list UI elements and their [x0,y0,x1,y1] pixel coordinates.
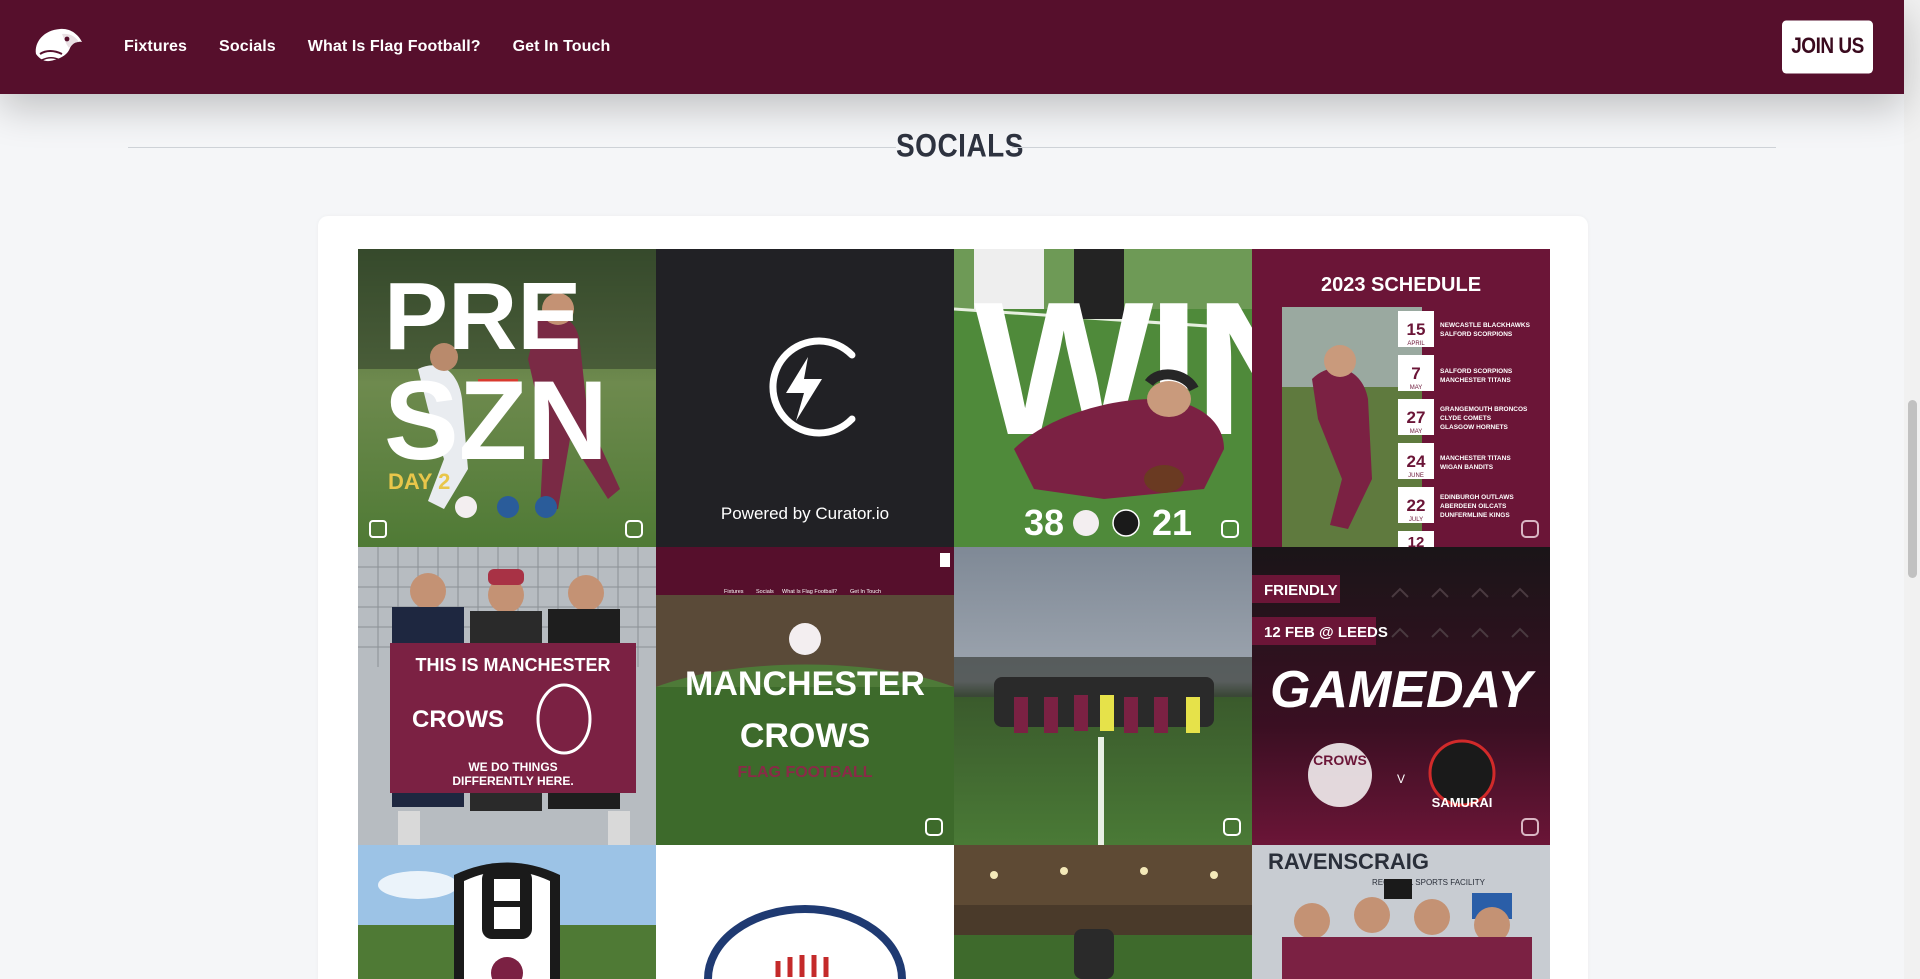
svg-text:27: 27 [1407,408,1426,427]
feed-post-badge[interactable] [358,845,656,979]
svg-text:MAY: MAY [1410,429,1423,435]
page-scrollbar[interactable] [1904,0,1920,979]
feed-post-banner[interactable]: THIS IS MANCHESTER CROWS WE DO THINGS DI… [358,547,656,845]
crows-logo-icon[interactable] [32,24,84,68]
banner-line3: DIFFERENTLY HERE. [452,774,573,788]
banner-line2: WE DO THINGS [468,760,557,774]
svg-text:24: 24 [1407,452,1426,471]
feed-post-indoor[interactable] [954,845,1252,979]
svg-text:SALFORD SCORPIONS: SALFORD SCORPIONS [1440,368,1513,375]
feed-post-ravenscraig[interactable]: RAVENSCRAIG REGIONAL SPORTS FACILITY [1252,845,1550,979]
svg-text:What Is Flag Football?: What Is Flag Football? [782,589,837,595]
scrollbar-thumb[interactable] [1908,400,1917,578]
svg-text:MAY: MAY [1410,385,1423,391]
nav-link-get-in-touch[interactable]: Get In Touch [513,38,611,56]
svg-text:NEWCASTLE BLACKHAWKS: NEWCASTLE BLACKHAWKS [1440,322,1531,329]
feed-post-league-logo[interactable] [656,845,954,979]
banner-team: CROWS [412,706,504,733]
svg-text:EDINBURGH OUTLAWS: EDINBURGH OUTLAWS [1440,494,1514,501]
feed-post-gameday[interactable]: FRIENDLY 12 FEB @ LEEDS GAMEDAY CROWS V … [1252,547,1550,845]
banner-line1: THIS IS MANCHESTER [415,655,610,675]
svg-text:CLYDE COMETS: CLYDE COMETS [1440,415,1492,422]
gameday-title: GAMEDAY [1270,661,1536,719]
score-away-text: 21 [1152,502,1192,543]
schedule-title: 2023 SCHEDULE [1321,274,1481,296]
svg-text:15: 15 [1407,320,1426,339]
ravenscraig-sign: RAVENSCRAIG [1268,849,1429,874]
nav-links: Fixtures Socials What Is Flag Football? … [124,0,610,94]
gameday-home: CROWS [1313,752,1367,768]
svg-text:Socials: Socials [756,589,774,595]
nav-link-socials[interactable]: Socials [219,38,276,56]
feed-post-curator[interactable]: Powered by Curator.io [656,249,954,547]
svg-text:22: 22 [1407,496,1426,515]
svg-text:JULY: JULY [1409,517,1423,523]
svg-text:GLASGOW HORNETS: GLASGOW HORNETS [1440,424,1509,431]
svg-text:APRIL: APRIL [1407,341,1425,347]
svg-text:GRANGEMOUTH BRONCOS: GRANGEMOUTH BRONCOS [1440,406,1528,413]
svg-text:ABERDEEN OILCATS: ABERDEEN OILCATS [1440,503,1507,510]
svg-text:MANCHESTER TITANS: MANCHESTER TITANS [1440,377,1511,384]
feed-post-site-screenshot[interactable]: Fixtures Socials What Is Flag Football? … [656,547,954,845]
svg-text:12: 12 [1408,534,1425,547]
feed-post-team-photo[interactable] [954,547,1252,845]
section-title: SOCIALS [896,127,1024,164]
screenshot-line3: FLAG FOOTBALL [737,764,872,781]
svg-text:Fixtures: Fixtures [724,589,744,595]
pre-text: PRE [384,263,581,370]
gameday-away: SAMURAI [1432,795,1493,810]
feed-post-pre-szn[interactable]: PRE SZN DAY 2 [358,249,656,547]
szn-text: SZN [384,358,608,483]
svg-text:JUNE: JUNE [1408,473,1424,479]
svg-text:WIGAN BANDITS: WIGAN BANDITS [1440,464,1494,471]
section-heading: SOCIALS [128,127,1776,164]
gameday-vs: V [1397,772,1405,786]
schedule-row: 12 [1398,531,1434,547]
heading-divider-left [128,147,896,148]
feed-post-win[interactable]: WIN 38 21 [954,249,1252,547]
gameday-tag-date: 12 FEB @ LEEDS [1264,624,1388,641]
nav-link-fixtures[interactable]: Fixtures [124,38,187,56]
gameday-tag-friendly: FRIENDLY [1264,582,1338,599]
svg-text:Get In Touch: Get In Touch [850,589,881,595]
join-us-button[interactable]: JOIN US [1782,20,1873,74]
nav-link-what-is-flag-football[interactable]: What Is Flag Football? [308,38,481,56]
heading-divider-right [1012,147,1776,148]
crows-logo-icon [789,623,821,655]
svg-text:7: 7 [1411,364,1420,383]
screenshot-line2: CROWS [740,717,870,755]
screenshot-line1: MANCHESTER [685,665,925,703]
svg-text:SALFORD SCORPIONS: SALFORD SCORPIONS [1440,331,1513,338]
svg-text:DUNFERMLINE KINGS: DUNFERMLINE KINGS [1440,512,1510,519]
score-home-text: 38 [1024,502,1064,543]
powered-by-text: Powered by Curator.io [721,504,889,523]
top-navigation: Fixtures Socials What Is Flag Football? … [0,0,1904,94]
svg-text:MANCHESTER TITANS: MANCHESTER TITANS [1440,455,1511,462]
day-2-text: DAY 2 [388,469,450,494]
feed-post-schedule[interactable]: 2023 SCHEDULE 15 APRIL NEWCASTLE BLACKHA… [1252,249,1550,547]
